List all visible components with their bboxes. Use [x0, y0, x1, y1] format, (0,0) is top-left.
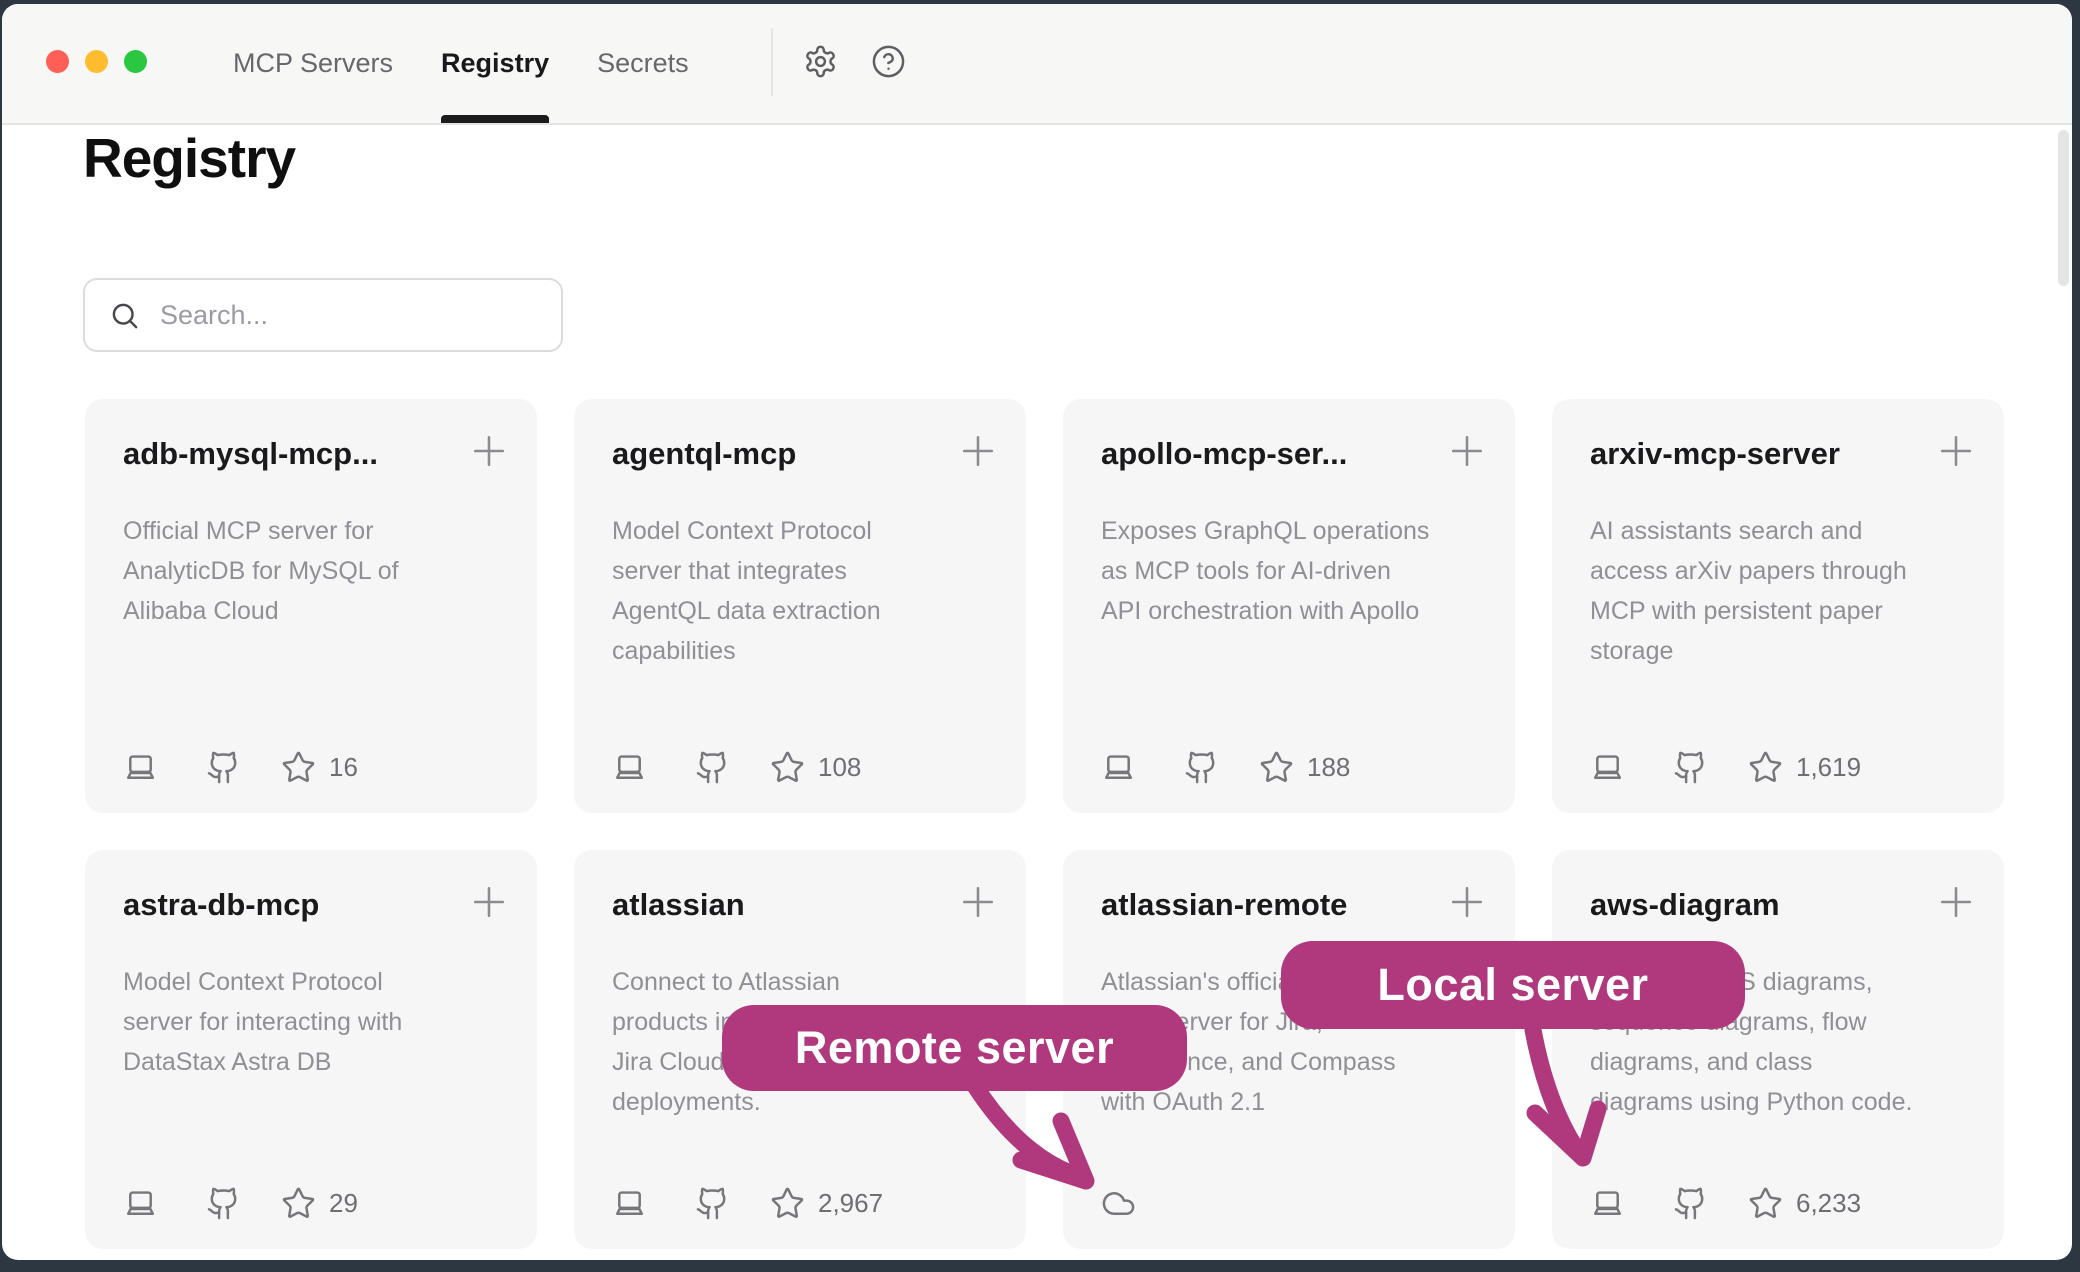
add-server-button[interactable]: [1445, 880, 1489, 924]
search-box: [83, 278, 563, 352]
server-card: arxiv-mcp-server AI assistants search an…: [1552, 399, 2004, 813]
server-description: AI assistants search and access arXiv pa…: [1590, 511, 1966, 671]
card-footer: 2,967: [612, 1185, 883, 1221]
card-footer: 108: [612, 749, 861, 785]
remote-server-callout: Remote server: [722, 1005, 1187, 1091]
server-name: apollo-mcp-ser...: [1101, 435, 1477, 473]
server-grid: adb-mysql-mcp... Official MCP server for…: [85, 399, 2004, 1249]
star-count: 108: [818, 752, 861, 783]
star-count: 1,619: [1796, 752, 1861, 783]
help-icon[interactable]: [871, 44, 906, 79]
search-input[interactable]: [158, 299, 561, 332]
laptop-icon: [612, 750, 647, 785]
minimize-window-button[interactable]: [85, 50, 108, 73]
server-name: atlassian: [612, 886, 988, 924]
laptop-icon: [1101, 750, 1136, 785]
laptop-icon: [612, 1186, 647, 1221]
add-server-button[interactable]: [1934, 880, 1978, 924]
add-server-button[interactable]: [956, 880, 1000, 924]
server-name: atlassian-remote: [1101, 886, 1477, 924]
tab-registry[interactable]: Registry: [441, 4, 549, 123]
add-server-button[interactable]: [956, 429, 1000, 473]
github-icon[interactable]: [206, 750, 241, 785]
tab-mcp-servers[interactable]: MCP Servers: [233, 4, 393, 123]
star-count: 29: [329, 1188, 358, 1219]
card-footer: 188: [1101, 749, 1350, 785]
server-name: adb-mysql-mcp...: [123, 435, 499, 473]
server-name: agentql-mcp: [612, 435, 988, 473]
laptop-icon: [1590, 750, 1625, 785]
server-name: aws-diagram: [1590, 886, 1966, 924]
star-icon: [281, 750, 316, 785]
server-description: Model Context Protocol server for intera…: [123, 962, 499, 1082]
add-server-button[interactable]: [467, 429, 511, 473]
vertical-scrollbar[interactable]: [2058, 130, 2069, 286]
server-card: astra-db-mcp Model Context Protocol serv…: [85, 850, 537, 1249]
card-footer: 16: [123, 749, 358, 785]
server-card: adb-mysql-mcp... Official MCP server for…: [85, 399, 537, 813]
add-server-button[interactable]: [467, 880, 511, 924]
star-count: 2,967: [818, 1188, 883, 1219]
add-server-button[interactable]: [1934, 429, 1978, 473]
local-server-callout: Local server: [1281, 941, 1745, 1029]
server-card: aws-diagram Generate AWS diagrams, seque…: [1552, 850, 2004, 1249]
star-icon: [1748, 750, 1783, 785]
tab-secrets[interactable]: Secrets: [597, 4, 689, 123]
laptop-icon: [123, 750, 158, 785]
page-title: Registry: [83, 126, 295, 190]
server-card: apollo-mcp-ser... Exposes GraphQL operat…: [1063, 399, 1515, 813]
star-count: 16: [329, 752, 358, 783]
laptop-icon: [123, 1186, 158, 1221]
main-tabs: MCP Servers Registry Secrets: [233, 4, 689, 123]
star-icon: [1259, 750, 1294, 785]
github-icon[interactable]: [1673, 1186, 1708, 1221]
star-icon: [770, 1186, 805, 1221]
github-icon[interactable]: [1673, 750, 1708, 785]
add-server-button[interactable]: [1445, 429, 1489, 473]
window-controls: [46, 50, 147, 73]
github-icon[interactable]: [695, 750, 730, 785]
server-name: arxiv-mcp-server: [1590, 435, 1966, 473]
toolbar: MCP Servers Registry Secrets: [2, 4, 2072, 125]
star-count: 188: [1307, 752, 1350, 783]
cloud-icon: [1101, 1186, 1136, 1221]
close-window-button[interactable]: [46, 50, 69, 73]
search-icon: [109, 300, 140, 331]
server-description: Exposes GraphQL operations as MCP tools …: [1101, 511, 1477, 631]
toolbar-divider: [771, 28, 773, 96]
settings-gear-icon[interactable]: [803, 44, 838, 79]
star-icon: [1748, 1186, 1783, 1221]
github-icon[interactable]: [1184, 750, 1219, 785]
card-footer: [1101, 1185, 1136, 1221]
server-description: Model Context Protocol server that integ…: [612, 511, 988, 671]
laptop-icon: [1590, 1186, 1625, 1221]
card-footer: 6,233: [1590, 1185, 1861, 1221]
github-icon[interactable]: [206, 1186, 241, 1221]
server-description: Official MCP server for AnalyticDB for M…: [123, 511, 499, 631]
server-card: agentql-mcp Model Context Protocol serve…: [574, 399, 1026, 813]
github-icon[interactable]: [695, 1186, 730, 1221]
star-count: 6,233: [1796, 1188, 1861, 1219]
server-name: astra-db-mcp: [123, 886, 499, 924]
card-footer: 29: [123, 1185, 358, 1221]
card-footer: 1,619: [1590, 749, 1861, 785]
star-icon: [281, 1186, 316, 1221]
star-icon: [770, 750, 805, 785]
zoom-window-button[interactable]: [124, 50, 147, 73]
